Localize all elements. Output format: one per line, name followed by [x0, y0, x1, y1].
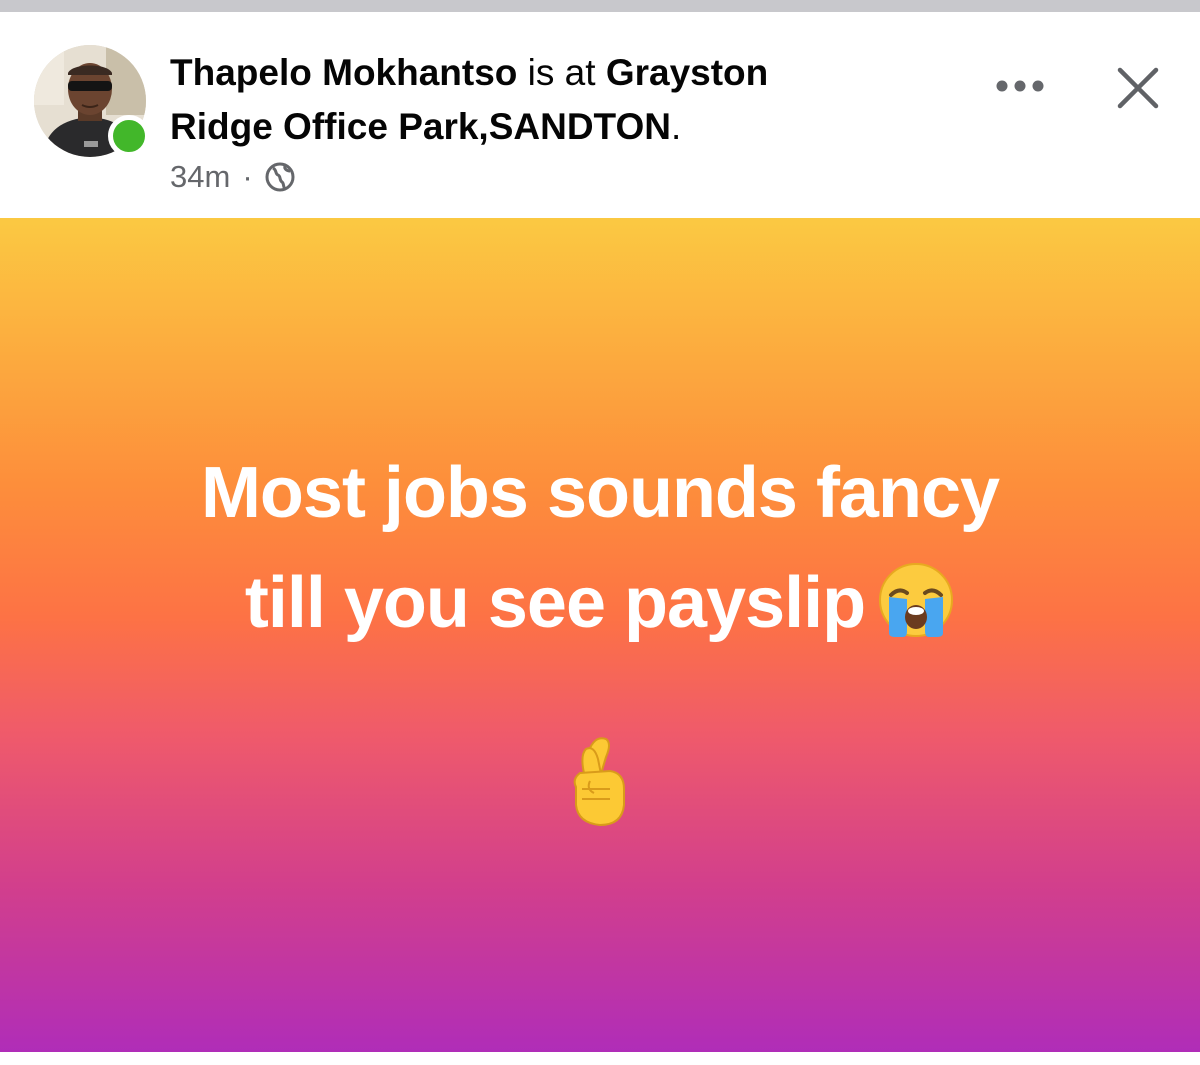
meta-separator: · [242, 159, 253, 194]
location-end: . [670, 106, 682, 147]
crossed-fingers-emoji-icon [566, 733, 632, 829]
top-divider [0, 0, 1200, 12]
post-background: Most jobs sounds fancy till you see pays… [0, 218, 1200, 1052]
avatar[interactable] [34, 45, 150, 157]
post-text-line2: till you see payslip [244, 563, 866, 643]
author-name[interactable]: Thapelo Mokhantso [170, 52, 517, 93]
post-body-text: Most jobs sounds fancy till you see pays… [0, 438, 1200, 658]
post-text-line1: Most jobs sounds fancy [200, 453, 1000, 533]
post-header: Thapelo Mokhantso is at Grayston Ridge O… [0, 12, 1200, 218]
online-status-dot [108, 115, 150, 157]
more-options-button[interactable] [985, 60, 1055, 112]
location-line2[interactable]: Ridge Office Park,SANDTON [170, 106, 671, 147]
close-button[interactable] [1108, 58, 1168, 118]
bottom-divider [0, 1052, 1200, 1065]
timestamp[interactable]: 34m [170, 159, 230, 195]
loudly-crying-face-emoji-icon [877, 560, 955, 638]
location-line1[interactable]: Grayston [606, 52, 768, 93]
post-meta: 34m · [170, 157, 297, 197]
post-title: Thapelo Mokhantso is at Grayston Ridge O… [170, 46, 930, 154]
ellipsis-icon [996, 80, 1044, 92]
checkin-connector: is at [517, 52, 606, 93]
globe-icon[interactable] [263, 160, 297, 194]
close-icon [1117, 67, 1159, 109]
post-text-line2-wrap: till you see payslip [0, 548, 1200, 658]
